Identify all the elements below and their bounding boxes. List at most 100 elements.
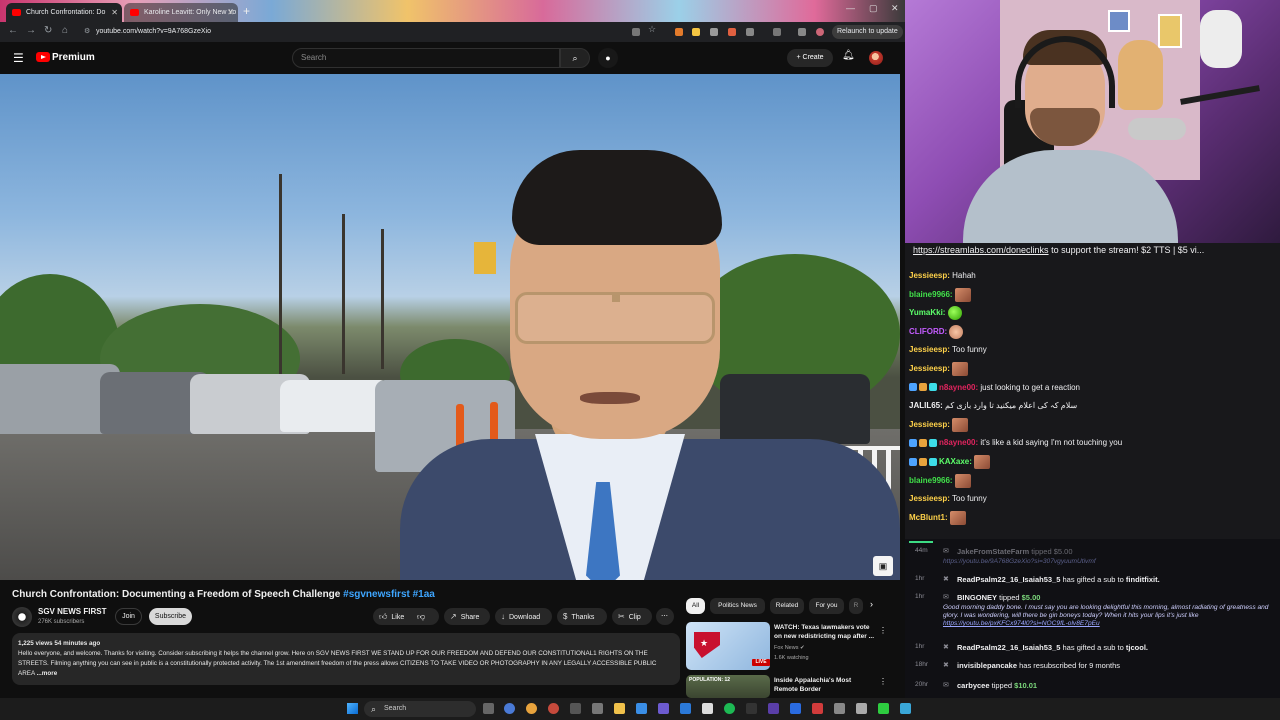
- tip-message-link[interactable]: https://youtu.be/pxKFCx974l0?si=NOC9fL-o…: [943, 620, 1100, 627]
- chip-politics-news[interactable]: Politics News: [710, 598, 765, 614]
- create-button[interactable]: + Create: [787, 49, 833, 67]
- extension-icon[interactable]: [675, 28, 683, 36]
- chat-username[interactable]: McBlunt1:: [909, 513, 948, 522]
- chrome-icon[interactable]: [526, 703, 537, 714]
- close-tab-icon[interactable]: ✕: [227, 3, 234, 22]
- streamlabs-link[interactable]: https://streamlabs.com/doneclinks: [913, 245, 1049, 255]
- related-title[interactable]: WATCH: Texas lawmakers vote on new redis…: [774, 624, 876, 641]
- chip-partial[interactable]: R: [849, 598, 863, 614]
- app-icon[interactable]: [746, 703, 757, 714]
- event-username[interactable]: BINGONEY: [957, 593, 997, 602]
- chat-username[interactable]: CLIFORD:: [909, 327, 947, 336]
- app-icon[interactable]: [768, 703, 779, 714]
- search-input[interactable]: Search: [292, 48, 560, 68]
- extension-icon[interactable]: [728, 28, 736, 36]
- spotify-icon[interactable]: [724, 703, 735, 714]
- thanks-button[interactable]: $ Thanks: [557, 608, 607, 625]
- chat-username[interactable]: JALIL65:: [909, 401, 943, 410]
- chat-username[interactable]: YumaKki:: [909, 308, 945, 317]
- thumbs-down-icon[interactable]: 👎︎: [417, 608, 425, 625]
- extension-icon[interactable]: [692, 28, 700, 36]
- menu-icon[interactable]: ☰: [13, 51, 24, 65]
- chip-related[interactable]: Related: [770, 598, 804, 614]
- app-icon[interactable]: [834, 703, 845, 714]
- chat-username[interactable]: blaine9966:: [909, 290, 953, 299]
- site-info-icon[interactable]: ⚙: [84, 24, 90, 40]
- chat-username[interactable]: KAXaxe:: [939, 457, 972, 466]
- app-icon[interactable]: [548, 703, 559, 714]
- new-tab-icon[interactable]: +: [243, 4, 250, 18]
- gift-recipient[interactable]: tjcool.: [1126, 643, 1148, 652]
- chat-username[interactable]: blaine9966:: [909, 476, 953, 485]
- notifications-bell-icon[interactable]: 🔔︎: [842, 50, 855, 61]
- event-username[interactable]: ReadPsalm22_16_Isaiah53_5: [957, 643, 1060, 652]
- windows-start-icon[interactable]: [347, 703, 358, 714]
- downloads-icon[interactable]: [798, 28, 806, 36]
- back-icon[interactable]: ←: [8, 25, 18, 36]
- chevron-right-icon[interactable]: ›: [870, 599, 873, 609]
- event-username[interactable]: JakeFromStateFarm: [957, 547, 1029, 556]
- app-icon[interactable]: [878, 703, 889, 714]
- close-tab-icon[interactable]: ✕: [111, 3, 118, 22]
- maximize-icon[interactable]: ▢: [869, 3, 878, 14]
- app-icon[interactable]: [790, 703, 801, 714]
- chat-username[interactable]: n8ayne00:: [939, 438, 978, 447]
- channel-name[interactable]: SGV NEWS FIRST: [38, 607, 106, 616]
- more-options-icon[interactable]: ⋮: [879, 626, 887, 635]
- related-thumbnail[interactable]: POPULATION: 12: [686, 675, 770, 698]
- home-icon[interactable]: ⌂: [62, 25, 68, 36]
- related-title[interactable]: Inside Appalachia's Most Remote Border: [774, 677, 876, 694]
- youtube-logo-icon[interactable]: [36, 52, 50, 62]
- app-icon[interactable]: [856, 703, 867, 714]
- url-field[interactable]: ⚙ youtube.com/watch?v=9A768GzeXio: [80, 24, 670, 40]
- chat-username[interactable]: Jessieesp:: [909, 345, 950, 354]
- close-window-icon[interactable]: ✕: [891, 3, 899, 14]
- app-icon[interactable]: [900, 703, 911, 714]
- event-username[interactable]: carbycee: [957, 681, 990, 690]
- share-button[interactable]: ↗ Share: [444, 608, 490, 625]
- chip-for-you[interactable]: For you: [809, 598, 844, 614]
- join-button[interactable]: Join: [115, 608, 142, 625]
- tab-church-confrontation[interactable]: Church Confrontation: Do ✕: [6, 3, 122, 22]
- tab-karoline-leavitt[interactable]: Karoline Leavitt: Only New Yo ✕: [124, 3, 238, 22]
- app-icon[interactable]: [702, 703, 713, 714]
- reload-icon[interactable]: ↻: [44, 25, 52, 36]
- extension-icon[interactable]: [710, 28, 718, 36]
- app-icon[interactable]: [592, 703, 603, 714]
- video-hashtags[interactable]: #sgvnewsfirst #1aa: [343, 589, 435, 600]
- more-options-icon[interactable]: ⋮: [879, 677, 887, 686]
- app-icon[interactable]: [504, 703, 515, 714]
- description-box[interactable]: 1,225 views 54 minutes ago Hello everyon…: [12, 633, 680, 685]
- chat-username[interactable]: Jessieesp:: [909, 494, 950, 503]
- clip-button[interactable]: ✂ Clip: [612, 608, 652, 625]
- app-icon[interactable]: [570, 703, 581, 714]
- app-icon[interactable]: [636, 703, 647, 714]
- bookmark-star-icon[interactable]: ☆: [648, 24, 656, 35]
- task-view-icon[interactable]: [483, 703, 494, 714]
- like-button[interactable]: 👍︎ Like 👎︎: [373, 608, 439, 625]
- extensions-puzzle-icon[interactable]: [746, 28, 754, 36]
- subscribe-button[interactable]: Subscribe: [149, 608, 192, 625]
- youtube-brand[interactable]: Premium: [52, 52, 95, 63]
- show-more-link[interactable]: ...more: [37, 670, 58, 677]
- app-icon[interactable]: [680, 703, 691, 714]
- minimize-icon[interactable]: —: [846, 3, 855, 13]
- profile-icon[interactable]: [816, 28, 824, 36]
- app-icon[interactable]: [658, 703, 669, 714]
- tip-link[interactable]: https://youtu.be/9A768GzeXio?si=307vgyuu…: [943, 558, 1278, 566]
- chat-username[interactable]: Jessieesp:: [909, 420, 950, 429]
- gift-recipient[interactable]: finditfixit.: [1126, 575, 1160, 584]
- avatar[interactable]: [869, 51, 883, 65]
- chat-username[interactable]: n8ayne00:: [939, 383, 978, 392]
- chat-username[interactable]: Jessieesp:: [909, 271, 950, 280]
- file-explorer-icon[interactable]: [614, 703, 625, 714]
- more-actions-button[interactable]: ⋯: [656, 608, 674, 625]
- chat-username[interactable]: Jessieesp:: [909, 364, 950, 373]
- event-username[interactable]: ReadPsalm22_16_Isaiah53_5: [957, 575, 1060, 584]
- relaunch-button[interactable]: Relaunch to update: [832, 25, 903, 39]
- video-player[interactable]: [0, 74, 900, 580]
- sidepanel-icon[interactable]: [773, 28, 781, 36]
- channel-avatar[interactable]: [12, 607, 32, 627]
- app-icon[interactable]: [812, 703, 823, 714]
- search-button[interactable]: ⌕: [560, 48, 590, 68]
